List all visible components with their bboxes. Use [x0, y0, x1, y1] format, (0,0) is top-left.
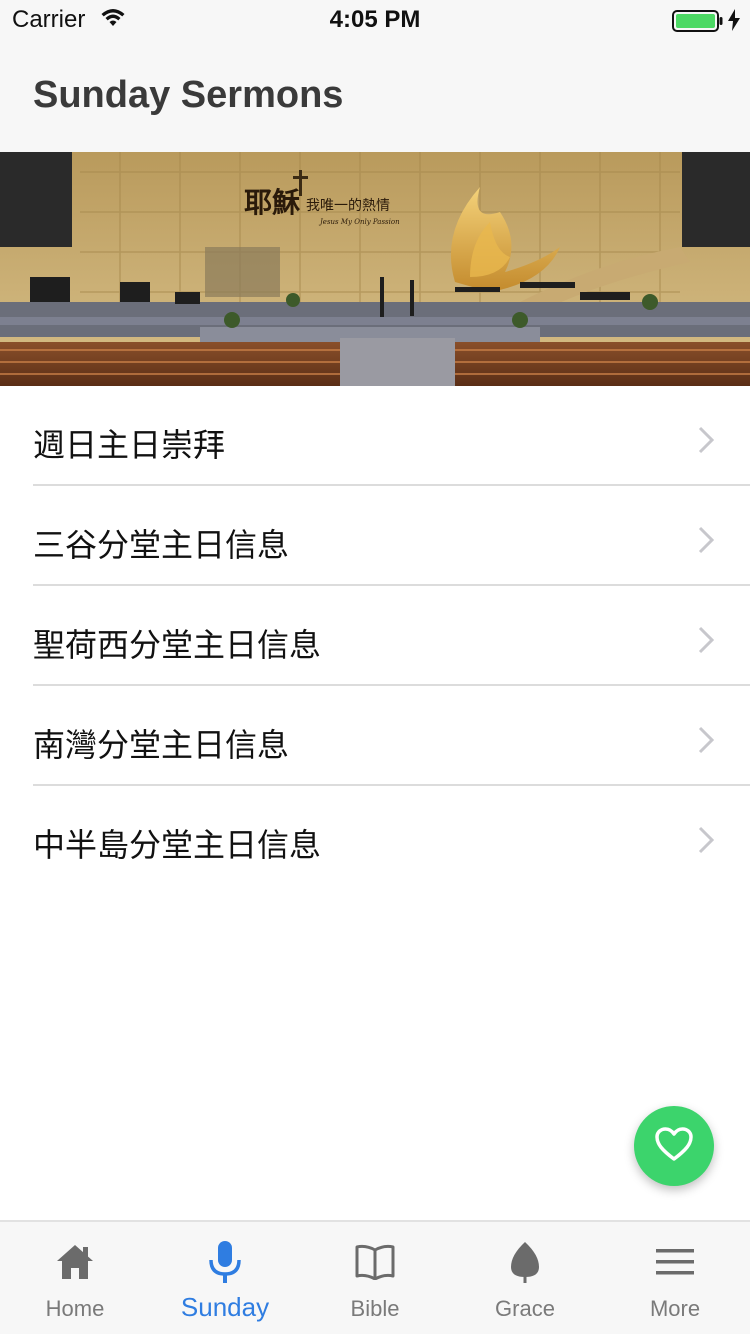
banner-text-en: Jesus My Only Passion	[318, 218, 400, 226]
hero-banner-image: 耶穌 我唯一的熱情 Jesus My Only Passion	[0, 152, 750, 386]
navigation-bar: Sunday Sermons	[0, 40, 750, 152]
microphone-icon	[203, 1240, 247, 1284]
list-item-sunday-worship[interactable]: 週日主日崇拜	[0, 386, 750, 486]
banner-text-main: 耶穌	[244, 186, 301, 219]
menu-icon	[653, 1240, 697, 1284]
chevron-right-icon	[698, 426, 715, 459]
tab-home[interactable]: Home	[0, 1222, 150, 1334]
list-item-mid-peninsula[interactable]: 中半島分堂主日信息	[0, 786, 750, 886]
sermon-list: 週日主日崇拜 三谷分堂主日信息 聖荷西分堂主日信息 南灣分堂主日信息 中半島分堂…	[0, 386, 750, 886]
list-item-label: 週日主日崇拜	[33, 426, 226, 464]
list-item-tri-valley[interactable]: 三谷分堂主日信息	[0, 486, 750, 586]
home-icon	[53, 1240, 97, 1284]
tab-label: Sunday	[180, 1292, 270, 1322]
list-item-san-jose[interactable]: 聖荷西分堂主日信息	[0, 586, 750, 686]
tab-label: Grace	[495, 1296, 555, 1321]
tab-sunday[interactable]: Sunday	[150, 1222, 300, 1334]
tab-grace[interactable]: Grace	[450, 1222, 600, 1334]
status-bar: Carrier 4:05 PM	[0, 0, 750, 40]
chevron-right-icon	[698, 726, 715, 759]
tab-bible[interactable]: Bible	[300, 1222, 450, 1334]
list-item-label: 三谷分堂主日信息	[33, 526, 290, 564]
heart-icon	[654, 1126, 694, 1167]
chevron-right-icon	[698, 526, 715, 559]
tab-label: Bible	[350, 1296, 400, 1321]
tab-bar: Home Sunday Bible Grace More	[0, 1220, 750, 1334]
tab-label: Home	[45, 1296, 105, 1321]
battery-icon	[672, 10, 724, 37]
status-time: 4:05 PM	[329, 6, 421, 33]
list-item-label: 南灣分堂主日信息	[33, 726, 290, 764]
chevron-right-icon	[698, 626, 715, 659]
list-item-south-bay[interactable]: 南灣分堂主日信息	[0, 686, 750, 786]
page-title: Sunday Sermons	[33, 74, 344, 116]
charging-icon	[728, 9, 740, 36]
list-item-label: 中半島分堂主日信息	[33, 826, 322, 864]
book-icon	[353, 1240, 397, 1284]
tab-more[interactable]: More	[600, 1222, 750, 1334]
tab-label: More	[649, 1296, 701, 1321]
leaf-icon	[503, 1240, 547, 1284]
banner-text-sub: 我唯一的熱情	[306, 198, 390, 214]
favorite-fab-button[interactable]	[634, 1106, 714, 1186]
chevron-right-icon	[698, 826, 715, 859]
list-item-label: 聖荷西分堂主日信息	[33, 626, 322, 664]
